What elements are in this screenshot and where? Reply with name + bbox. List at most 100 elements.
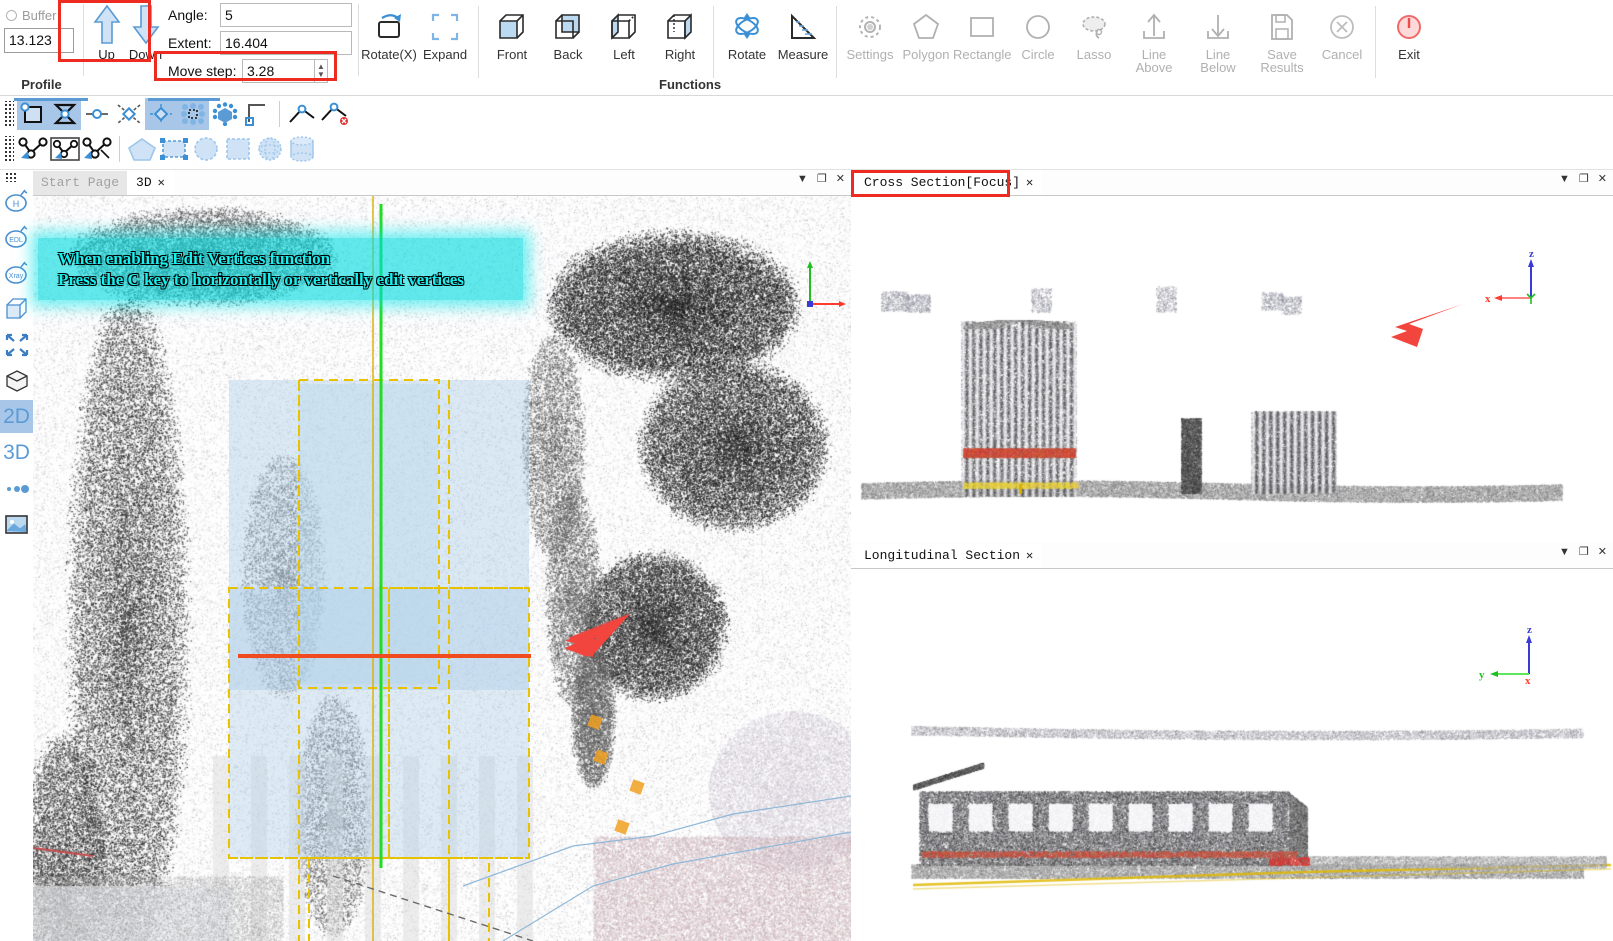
square-select-icon[interactable] [222,133,254,165]
rotate-x-button[interactable]: Rotate(X) [361,2,417,74]
edit-vertex-diamond-icon[interactable] [145,97,177,130]
toolbar-drag-handle[interactable] [4,100,14,127]
shading-h-icon[interactable]: H [0,184,33,217]
cube-view-icon[interactable] [0,364,33,397]
line-above-button[interactable]: Line Above [1122,2,1186,74]
polyline-delete-icon[interactable] [81,133,113,165]
button-label: Back [553,47,583,62]
spinner-down-icon[interactable]: ▼ [317,71,325,79]
move-vertex-diagonal-icon[interactable] [113,98,145,130]
tab-start-page[interactable]: Start Page [33,170,128,195]
delete-vertex-icon[interactable] [318,98,350,130]
select-rect-vertex-icon[interactable] [17,97,49,130]
settings-button[interactable]: Settings [842,2,898,74]
corner-snap-icon[interactable] [241,98,273,130]
panel-3d-controls: ▼ ❐ ✕ [797,174,845,185]
add-vertex-icon[interactable] [286,98,318,130]
shading-xray-icon[interactable]: Xray [0,256,33,289]
vertex-edit-toolbar [0,96,1613,170]
buffer-radio-row[interactable]: Buffer [0,2,56,25]
button-label: Lasso [1076,47,1112,62]
back-button[interactable]: Back [540,2,596,74]
panel-3d-restore-icon[interactable]: ❐ [817,174,827,185]
rect-handles-select-icon[interactable] [158,133,190,165]
select-hourglass-vertex-icon[interactable] [49,97,81,130]
sphere-select-icon[interactable] [254,133,286,165]
arrow-up-icon [92,4,121,44]
front-button[interactable]: Front [484,2,540,74]
ribbon-group-profile: Buffer 13.123 Profile [0,0,83,96]
button-label: Settings [846,47,894,62]
panel-cross-section-close-icon[interactable]: ✕ [1598,174,1607,185]
view-3d-canvas[interactable] [33,196,851,941]
cancel-button[interactable]: Cancel [1314,2,1370,74]
rectangle-button[interactable]: Rectangle [953,2,1012,74]
toolbar-drag-handle[interactable] [4,135,14,162]
tab-longitudinal-section-close-icon[interactable]: ✕ [1026,548,1033,563]
pentagon-select-icon[interactable] [126,133,158,165]
panel-longitudinal-chevron-down-icon[interactable]: ▼ [1559,547,1570,558]
annotation-banner: When enabling Edit Vertices function Pre… [38,238,523,300]
line-below-button[interactable]: Line Below [1186,2,1250,74]
measure-button[interactable]: Measure [775,2,831,74]
svg-text:H: H [12,199,19,209]
rotate-cube-points-icon[interactable] [209,98,241,130]
power-exit-icon [1392,7,1426,47]
lasso-button[interactable]: Lasso [1066,2,1122,74]
save-results-button[interactable]: Save Results [1250,2,1314,74]
buffer-value-input[interactable]: 13.123 [4,28,74,53]
angle-input[interactable]: 5 [220,3,352,27]
shading-edl-icon[interactable]: EDL [0,220,33,253]
panel-cross-section-restore-icon[interactable]: ❐ [1579,174,1589,185]
panel-3d-close-icon[interactable]: ✕ [836,174,845,185]
polyline-box-edit-icon[interactable] [49,133,81,165]
view-2d-icon[interactable]: 2D [0,400,33,433]
move-up-button[interactable]: Up [88,3,125,62]
expand-button[interactable]: Expand [417,2,473,74]
cancel-icon [1325,7,1359,47]
save-icon [1265,7,1299,47]
move-vertex-horizontal-icon[interactable] [81,98,113,130]
view-longitudinal-canvas[interactable]: z y x [851,569,1613,941]
buffer-radio-icon[interactable] [6,10,17,21]
view-cross-section-canvas[interactable]: z x [851,196,1613,543]
exit-button[interactable]: Exit [1381,2,1437,74]
extent-input[interactable]: 16.404 [220,31,352,55]
circle-button[interactable]: Circle [1010,2,1066,74]
tab-longitudinal-section[interactable]: Longitudinal Section ✕ [855,543,1043,568]
tab-cross-section-close-icon[interactable]: ✕ [1026,175,1033,190]
svg-text:EDL: EDL [9,237,23,244]
button-label: Rectangle [953,47,1012,62]
ribbon-group-updown: Up Down [84,0,164,96]
fit-view-icon[interactable] [0,328,33,361]
polygon-button[interactable]: Polygon [898,2,954,74]
rail-drag-handle[interactable] [5,172,17,182]
tab-3d[interactable]: 3D ✕ [127,170,174,195]
point-size-icon[interactable] [0,472,33,505]
cylinder-select-icon[interactable] [286,133,318,165]
panel-3d-chevron-down-icon[interactable]: ▼ [797,174,808,185]
polyline-edit-icon[interactable] [17,133,49,165]
movestep-spinner[interactable]: ▲ ▼ [314,59,328,83]
rotate-button[interactable]: Rotate [719,2,775,74]
bounding-box-icon[interactable] [0,292,33,325]
axis-gizmo-cross-section: z x [1485,251,1536,305]
panel-cross-section-chevron-down-icon[interactable]: ▼ [1559,174,1570,185]
tab-cross-section[interactable]: Cross Section[Focus] ✕ [855,170,1043,195]
movestep-label: Move step: [168,63,237,79]
expand-icon [428,7,462,47]
right-button[interactable]: Right [652,2,708,74]
view-3d-icon[interactable]: 3D [0,436,33,469]
panel-longitudinal-restore-icon[interactable]: ❐ [1579,547,1589,558]
left-button[interactable]: Left [596,2,652,74]
move-down-label: Down [128,47,163,62]
move-down-button[interactable]: Down [127,3,164,62]
image-view-icon[interactable] [0,508,33,541]
button-label: Left [613,47,635,62]
edit-vertex-dots-icon[interactable] [177,97,209,130]
circle-select-icon[interactable] [190,133,222,165]
panel-longitudinal-close-icon[interactable]: ✕ [1598,547,1607,558]
view-3d-icon-label: 3D [3,440,30,464]
tab-3d-close-icon[interactable]: ✕ [158,175,165,190]
movestep-input[interactable]: 3.28 [242,59,314,83]
